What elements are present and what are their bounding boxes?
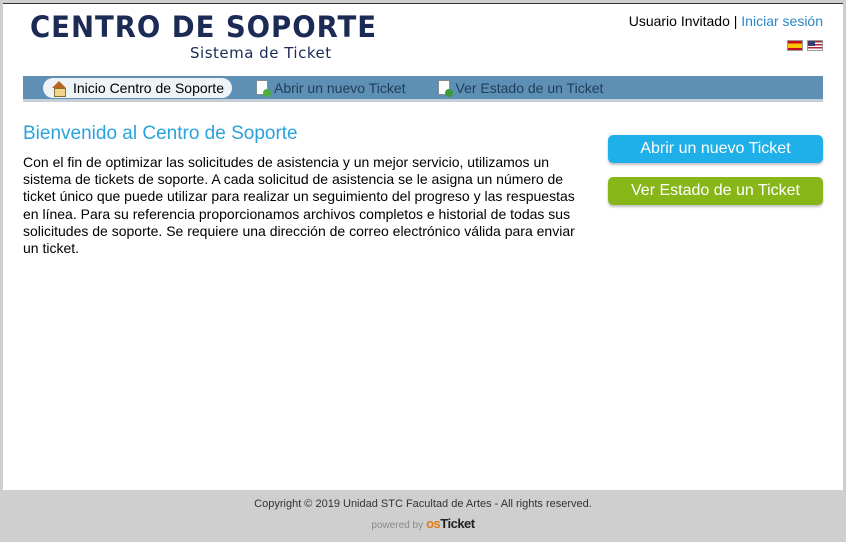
nav-item-home[interactable]: Inicio Centro de Soporte xyxy=(43,77,232,98)
new-ticket-icon xyxy=(255,80,271,97)
guest-user-label: Usuario Invitado xyxy=(628,13,730,29)
footer: Copyright © 2019 Unidad STC Facultad de … xyxy=(0,498,846,531)
osticket-logo-os: os xyxy=(426,516,441,531)
login-link[interactable]: Iniciar sesión xyxy=(741,13,823,29)
open-ticket-button[interactable]: Abrir un nuevo Ticket xyxy=(608,135,823,163)
es-flag-icon[interactable] xyxy=(787,40,803,51)
welcome-text: Con el fin de optimizar las solicitudes … xyxy=(23,154,575,257)
logo-subtitle: Sistema de Ticket xyxy=(190,44,332,62)
nav-item-label: Ver Estado de un Ticket xyxy=(455,79,604,96)
osticket-logo: osTicket xyxy=(426,516,475,531)
site-logo[interactable]: CENTRO DE SOPORTE Sistema de Ticket xyxy=(30,10,395,62)
copyright-text: Copyright © 2019 Unidad STC Facultad de … xyxy=(254,498,592,510)
language-selector xyxy=(787,40,823,51)
us-flag-icon[interactable] xyxy=(807,40,823,51)
home-icon xyxy=(51,80,67,97)
nav-item-label: Abrir un nuevo Ticket xyxy=(273,79,406,96)
nav-item-new-ticket[interactable]: Abrir un nuevo Ticket xyxy=(248,78,414,98)
user-bar-separator: | xyxy=(733,13,738,29)
nav-item-label: Inicio Centro de Soporte xyxy=(73,79,224,96)
nav-item-ticket-status[interactable]: Ver Estado de un Ticket xyxy=(430,78,612,98)
powered-by[interactable]: powered by osTicket xyxy=(0,516,846,531)
check-status-button[interactable]: Ver Estado de un Ticket xyxy=(608,177,823,205)
page-title: Bienvenido al Centro de Soporte xyxy=(23,123,298,144)
ticket-status-icon xyxy=(437,80,453,97)
osticket-logo-ticket: Ticket xyxy=(440,516,475,531)
powered-by-label: powered by xyxy=(371,520,424,531)
main-nav: Inicio Centro de Soporte Abrir un nuevo … xyxy=(23,76,823,102)
user-bar: Usuario Invitado | Iniciar sesión xyxy=(629,13,823,29)
logo-title: CENTRO DE SOPORTE xyxy=(30,10,378,44)
page-container: CENTRO DE SOPORTE Sistema de Ticket Usua… xyxy=(3,3,843,490)
